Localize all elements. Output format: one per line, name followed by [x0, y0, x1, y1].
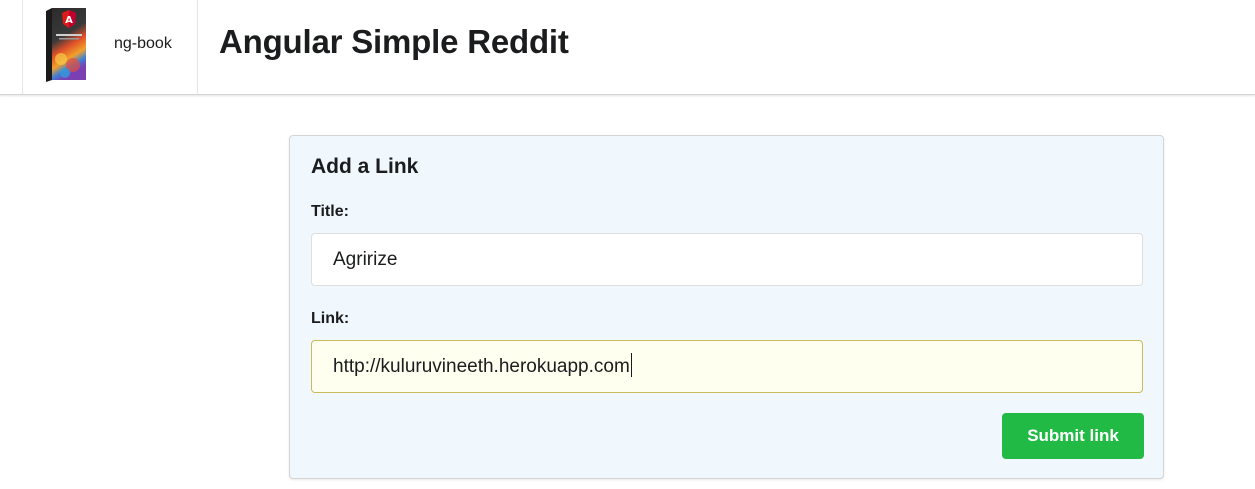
brand-name: ng-book	[114, 35, 172, 52]
svg-text:A: A	[65, 15, 73, 26]
brand-link[interactable]: A ng-book	[22, 0, 198, 94]
title-input[interactable]: Agririze	[311, 233, 1143, 286]
add-link-form: Add a Link Title: Agririze Link: http://…	[289, 135, 1164, 479]
ng-book-cover-icon: A	[46, 8, 86, 82]
link-label: Link:	[311, 310, 350, 327]
top-menu: A ng-book Angular Simple Reddit	[0, 0, 1255, 95]
submit-link-button[interactable]: Submit link	[1002, 413, 1144, 459]
form-header: Add a Link	[311, 155, 419, 178]
link-input[interactable]: http://kuluruvineeth.herokuapp.com	[311, 340, 1143, 393]
link-input-value: http://kuluruvineeth.herokuapp.com	[333, 356, 630, 377]
text-cursor	[630, 352, 632, 377]
app-title: Angular Simple Reddit	[219, 23, 569, 60]
title-input-value: Agririze	[333, 249, 398, 270]
title-label: Title:	[311, 203, 349, 220]
